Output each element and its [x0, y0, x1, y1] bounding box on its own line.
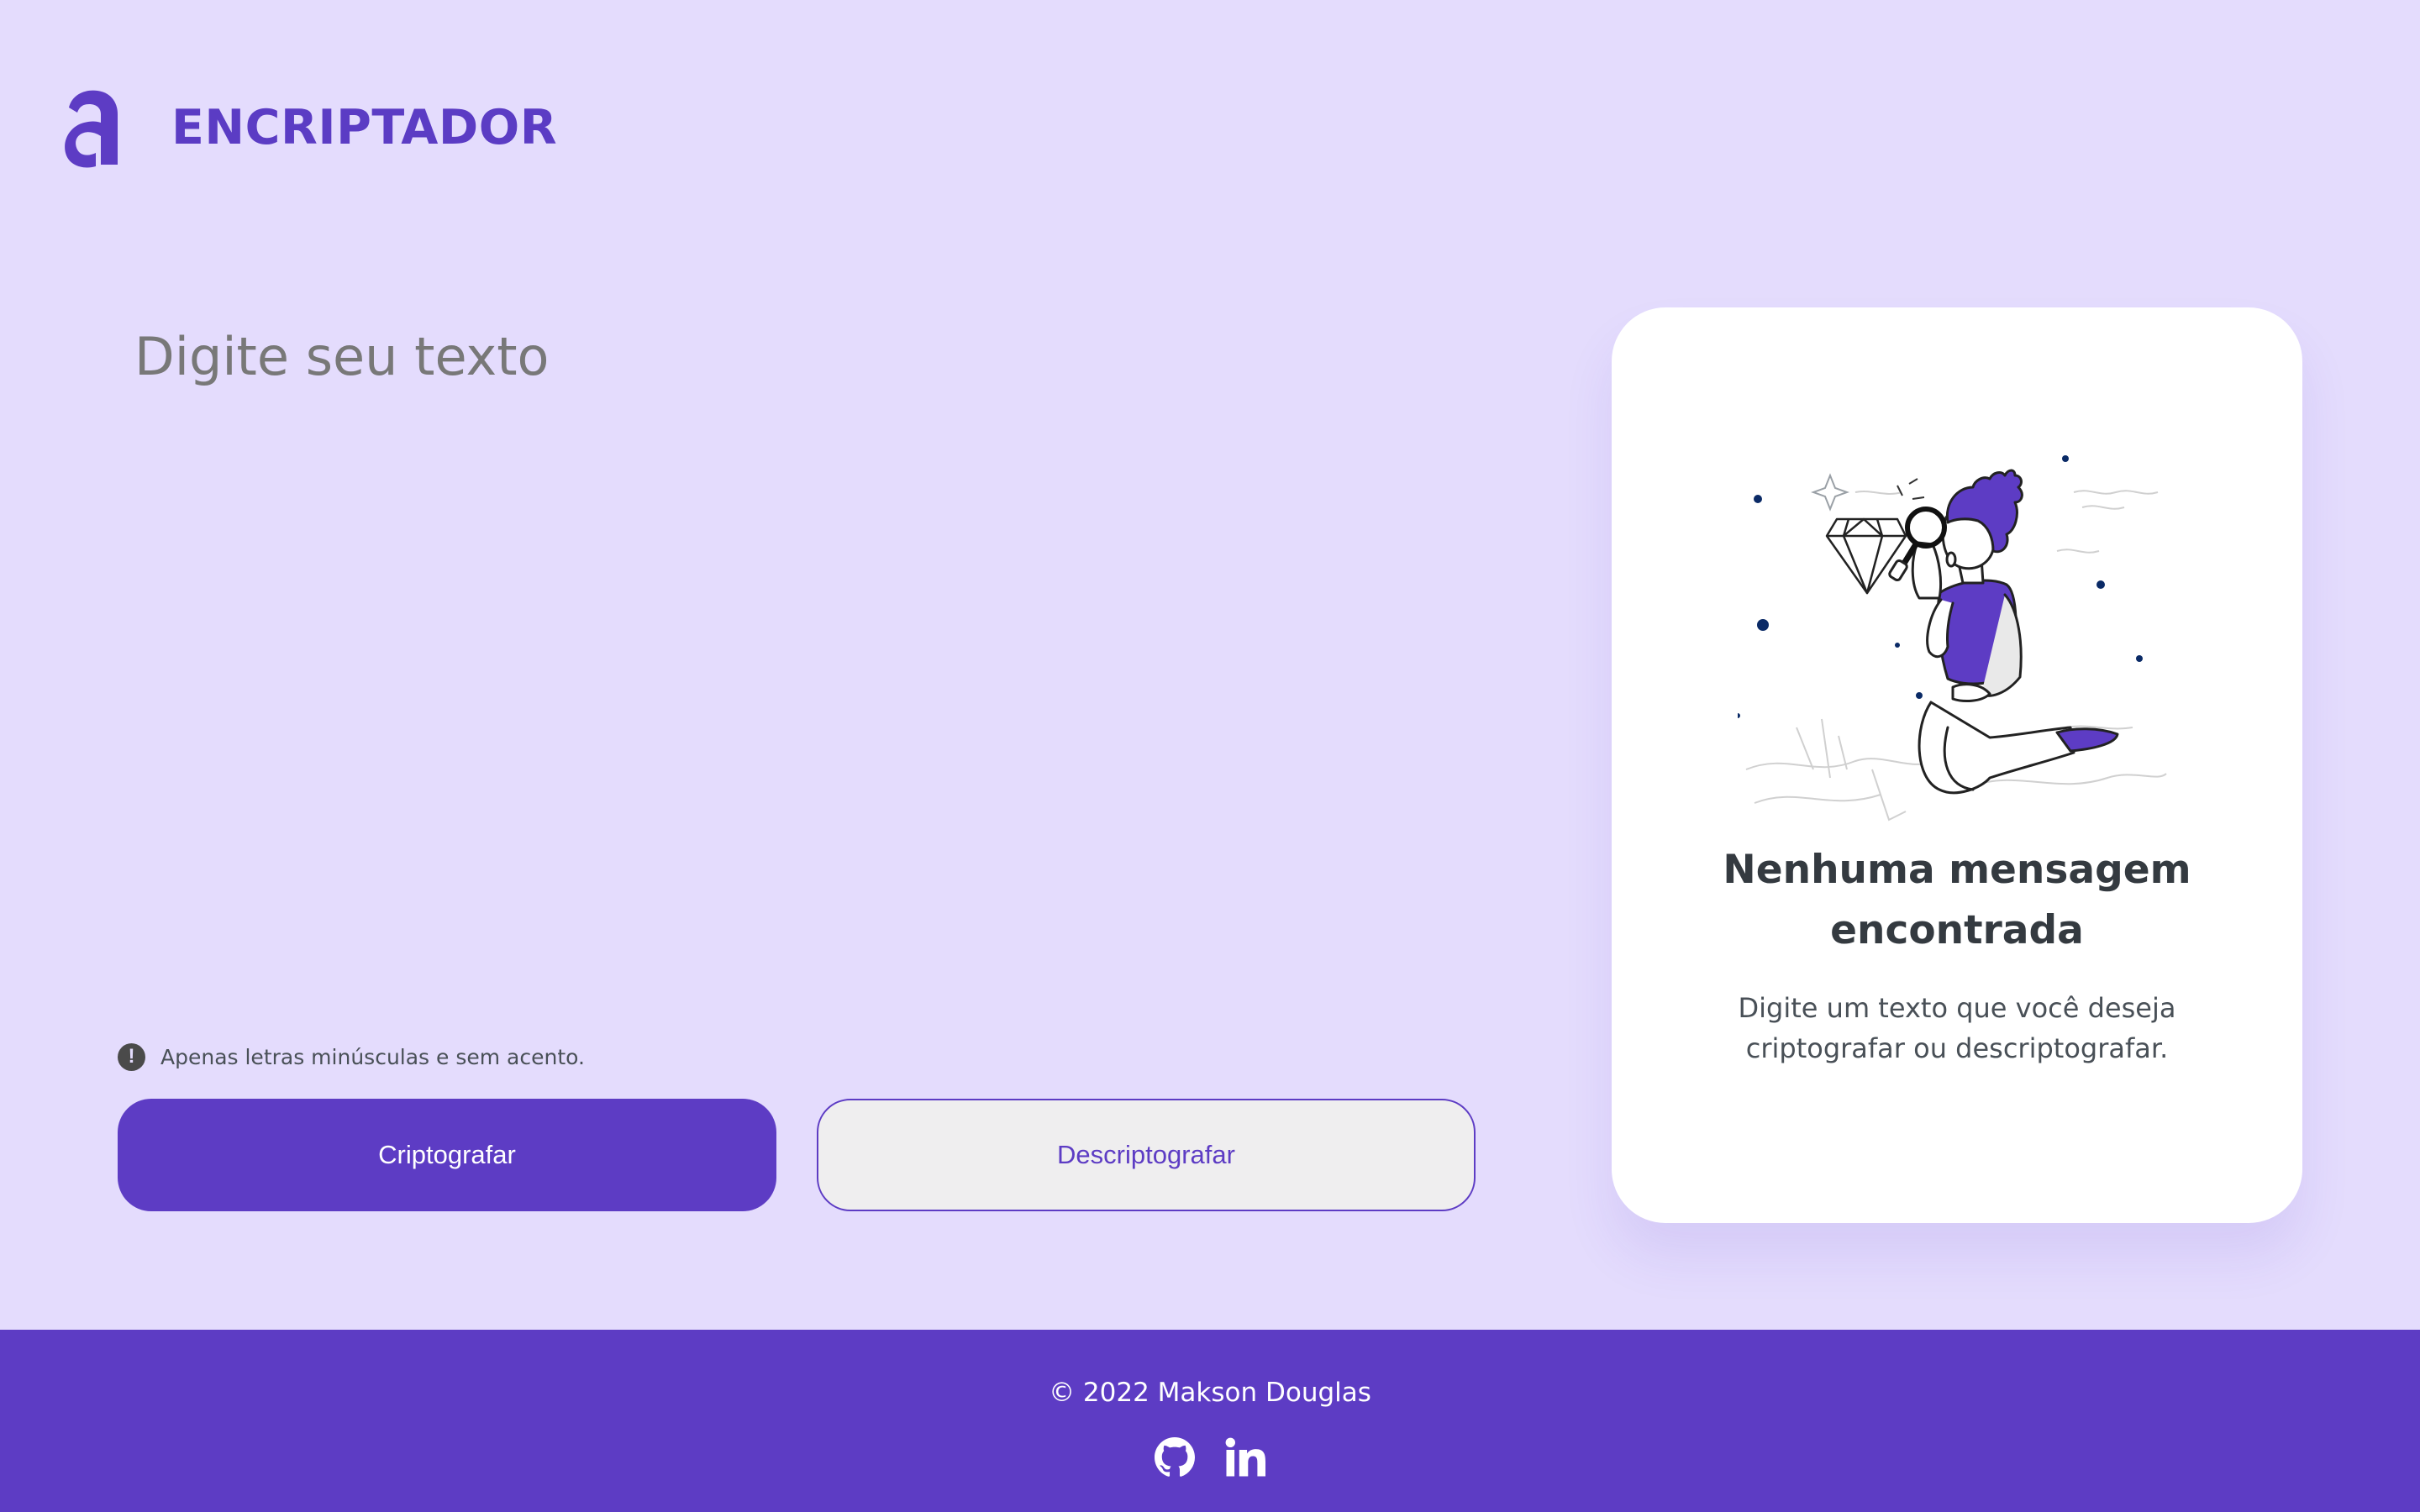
hint-text: Apenas letras minúsculas e sem acento.	[160, 1044, 585, 1069]
result-card: Nenhuma mensagem encontrada Digite um te…	[1612, 307, 2302, 1223]
github-icon[interactable]	[1155, 1437, 1195, 1478]
input-hint: ! Apenas letras minúsculas e sem acento.	[118, 1042, 585, 1072]
result-text: Digite um texto que você deseja criptogr…	[1738, 992, 2176, 1064]
person-magnifier-diamond-illustration	[1738, 455, 2167, 822]
exclamation-circle-icon: !	[118, 1042, 145, 1071]
social-links	[1155, 1437, 1265, 1478]
message-input[interactable]	[134, 319, 1462, 958]
encrypt-button[interactable]: Criptografar	[118, 1099, 776, 1211]
footer: © 2022 Makson Douglas	[0, 1330, 2420, 1512]
copyright-text: © 2022 Makson Douglas	[1049, 1378, 1371, 1408]
decrypt-button[interactable]: Descriptografar	[817, 1099, 1476, 1211]
alura-a-logo-icon[interactable]	[62, 87, 123, 171]
result-title: Nenhuma mensagem encontrada	[1723, 847, 2191, 953]
page: ENCRIPTADOR ! Apenas letras minúsculas e…	[0, 0, 2420, 1512]
brand-title: ENCRIPTADOR	[171, 100, 558, 155]
linkedin-icon[interactable]	[1225, 1437, 1265, 1478]
